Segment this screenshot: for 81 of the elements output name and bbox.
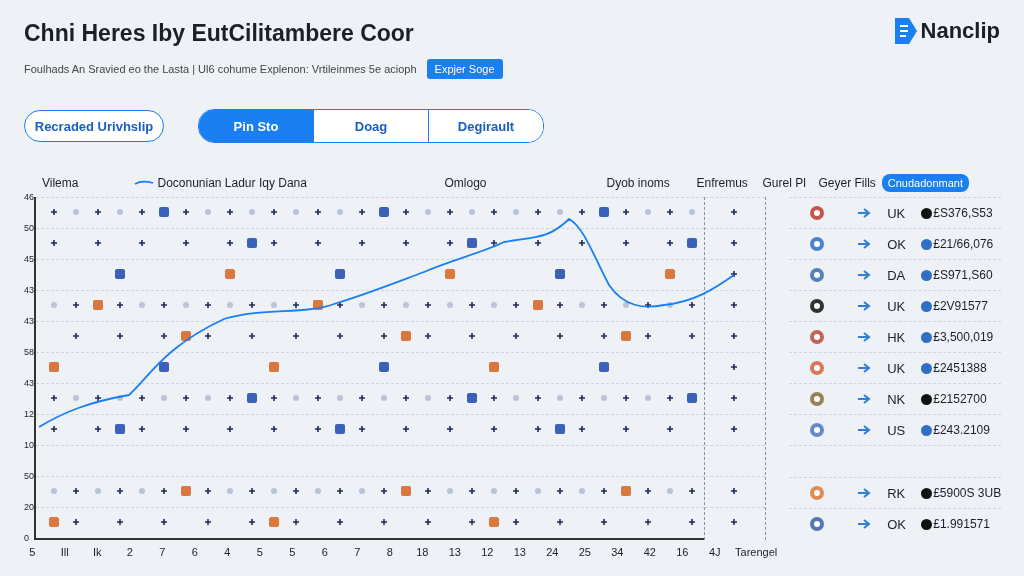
column-label: Enfremus <box>696 176 749 190</box>
x-axis-label: 25 <box>577 546 592 558</box>
x-axis-label: 5 <box>255 546 264 558</box>
logo-text: Nanclip <box>920 18 1000 44</box>
y-axis-label: 50 <box>24 222 34 234</box>
action-button[interactable]: Expjer Soge <box>426 59 503 79</box>
emblem-icon <box>809 485 826 501</box>
x-axis-label: 24 <box>545 546 560 558</box>
y-axis-label: 46 <box>24 191 34 203</box>
country-code: UK <box>887 298 907 314</box>
emblem-icon <box>809 360 826 376</box>
country-code: NK <box>887 391 907 407</box>
country-code: HK <box>887 329 907 345</box>
x-axis-label: 4J <box>707 546 722 558</box>
x-axis-label: 8 <box>385 546 394 558</box>
emblem-icon <box>809 422 826 438</box>
x-axis-label: 18 <box>415 546 430 558</box>
amount: £5900S 3UB <box>933 486 1002 500</box>
column-label: Dyob inoms <box>606 176 671 190</box>
y-axis-label: 43 <box>24 315 34 327</box>
y-axis-label: 43 <box>24 377 34 389</box>
x-axis-label: 4 <box>223 546 232 558</box>
amount: £243.2109 <box>933 423 990 437</box>
logo-icon <box>892 16 919 46</box>
x-axis-label: Ill <box>59 546 70 558</box>
amount: £2V91577 <box>933 299 988 313</box>
amount: £2451388 <box>933 361 987 375</box>
country-code: US <box>887 422 907 438</box>
x-axis-label: 42 <box>642 546 657 558</box>
amount: £2152700 <box>933 392 987 406</box>
x-axis-label: 13 <box>512 546 527 558</box>
amount: £S971,S60 <box>933 268 993 282</box>
y-axis-label: 43 <box>24 284 34 296</box>
emblem-icon <box>809 298 826 314</box>
country-code: UK <box>887 205 907 221</box>
status-badge: Cnudadonmant <box>881 174 970 192</box>
amount: £1.991571 <box>933 517 990 531</box>
x-axis-label: 16 <box>675 546 690 558</box>
emblem-icon <box>809 236 826 252</box>
y-axis-label: 20 <box>24 501 34 513</box>
column-header: Geyer Fills <box>818 176 876 190</box>
amount: £3,500,019 <box>933 330 994 344</box>
page-title: Chni Heres Iby EutCilitambere Coor <box>24 20 415 47</box>
x-axis-label: 5 <box>28 546 37 558</box>
subtitle: Foulhads An Sravied eo the Lasta | Ul6 cohume Explenon: Vrtileinmes 5e acioph <box>24 63 417 75</box>
filter-pill[interactable]: Recraded Urivhslip <box>24 110 164 142</box>
x-axis-label: 2 <box>125 546 134 558</box>
x-axis-label: 5 <box>288 546 297 558</box>
y-axis-label: 50 <box>24 470 34 482</box>
amount: £S376,S53 <box>933 206 993 220</box>
column-header: Gurel Pl <box>762 176 807 190</box>
country-code: DA <box>887 267 907 283</box>
emblem-icon <box>809 516 826 532</box>
y-axis-label: 10 <box>24 439 34 451</box>
country-code: OK <box>887 236 907 252</box>
column-label: Omlogo <box>444 176 488 190</box>
country-code: UK <box>887 360 907 376</box>
amount: £21/66,076 <box>933 237 994 251</box>
axis-title: Vilema <box>42 176 79 190</box>
x-axis-label: Tarengel <box>735 546 778 558</box>
country-code: RK <box>887 485 907 501</box>
emblem-icon <box>809 205 826 221</box>
x-axis-label: 13 <box>447 546 462 558</box>
x-axis-label: 7 <box>158 546 167 558</box>
country-code: OK <box>887 516 907 532</box>
legend-line-icon <box>134 180 155 186</box>
y-axis-label: 0 <box>24 532 30 544</box>
x-axis-label: Ik <box>92 546 103 558</box>
emblem-icon <box>809 267 826 283</box>
y-axis-label: 12 <box>24 408 34 420</box>
y-axis-label: 45 <box>24 253 34 265</box>
x-axis-label: 6 <box>190 546 199 558</box>
y-axis-label: 58 <box>24 346 34 358</box>
x-axis-label: 6 <box>320 546 329 558</box>
x-axis-label: 7 <box>353 546 362 558</box>
emblem-icon <box>809 329 826 345</box>
legend-label: Doconunian Ladur Iqy Dana <box>157 176 307 190</box>
x-axis-label: 34 <box>610 546 625 558</box>
segment-tab[interactable]: Pin Sto <box>199 110 314 142</box>
emblem-icon <box>809 391 826 407</box>
x-axis-label: 12 <box>480 546 495 558</box>
